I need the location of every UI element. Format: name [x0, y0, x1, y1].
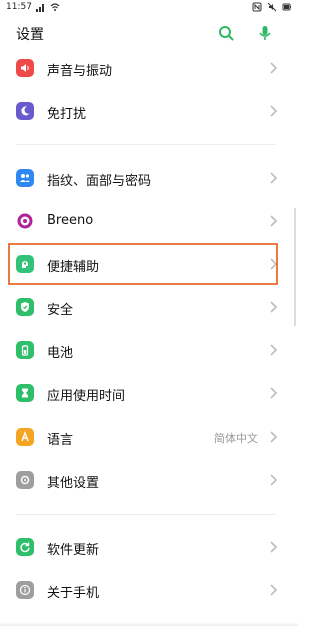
page-title: 设置 — [16, 27, 44, 43]
chevron-right-icon — [270, 431, 278, 443]
voice-button[interactable] — [255, 23, 275, 43]
signal-icon — [35, 4, 44, 12]
settings-item-other-settings[interactable]: 其他设置 — [0, 460, 298, 500]
chevron-right-icon — [270, 584, 278, 596]
battery-icon — [16, 341, 34, 359]
chevron-right-icon — [270, 172, 278, 184]
info-icon — [16, 581, 34, 599]
moon-icon — [16, 102, 34, 120]
settings-item-label: 其他设置 — [47, 476, 100, 491]
search-button[interactable] — [216, 23, 236, 43]
settings-item-about-phone[interactable]: 关于手机 — [0, 570, 298, 610]
settings-item-language[interactable]: 语言 简体中文 — [0, 417, 298, 457]
scrollbar[interactable] — [294, 208, 296, 326]
chevron-right-icon — [270, 301, 278, 313]
nfc-icon — [252, 2, 262, 12]
section-divider — [16, 514, 276, 515]
language-icon — [16, 428, 34, 446]
settings-item-sound-vibration[interactable]: 声音与振动 — [0, 48, 298, 88]
settings-item-label: 声音与振动 — [47, 64, 113, 79]
shield-icon — [16, 298, 34, 316]
chevron-right-icon — [270, 344, 278, 356]
chevron-right-icon — [270, 215, 278, 227]
search-icon — [219, 26, 234, 41]
settings-item-battery[interactable]: 电池 — [0, 330, 298, 370]
mute-icon — [267, 2, 277, 12]
chevron-right-icon — [270, 62, 278, 74]
settings-item-app-usage-time[interactable]: 应用使用时间 — [0, 373, 298, 413]
settings-item-label: 免打扰 — [47, 107, 87, 122]
settings-item-label: 软件更新 — [47, 543, 100, 558]
settings-item-label: 语言 — [47, 433, 74, 448]
header: 设置 — [0, 18, 298, 48]
update-icon — [16, 538, 34, 556]
settings-item-do-not-disturb[interactable]: 免打扰 — [0, 91, 298, 131]
section-divider — [16, 144, 276, 145]
settings-item-label: Breeno — [47, 213, 94, 228]
settings-item-label: 电池 — [47, 346, 74, 361]
settings-item-label: 关于手机 — [47, 586, 100, 601]
breeno-icon — [16, 212, 34, 230]
wifi-icon — [50, 3, 60, 11]
settings-item-label: 安全 — [47, 303, 74, 318]
hourglass-icon — [16, 384, 34, 402]
chevron-right-icon — [270, 387, 278, 399]
status-time: 11:57 — [6, 2, 32, 12]
settings-item-security[interactable]: 安全 — [0, 287, 298, 327]
settings-item-label: 指纹、面部与密码 — [47, 174, 152, 189]
highlight-box — [8, 243, 278, 285]
speaker-icon — [16, 59, 34, 77]
bottom-edge — [0, 622, 298, 626]
dots-icon — [16, 471, 34, 489]
settings-item-label: 应用使用时间 — [47, 389, 126, 404]
settings-item-value: 简体中文 — [214, 432, 258, 445]
chevron-right-icon — [270, 474, 278, 486]
settings-item-breeno[interactable]: Breeno — [0, 201, 298, 241]
microphone-icon — [259, 26, 271, 40]
status-bar: 11:57 — [0, 0, 298, 16]
settings-item-software-update[interactable]: 软件更新 — [0, 527, 298, 567]
settings-item-fingerprint-face-password[interactable]: 指纹、面部与密码 — [0, 158, 298, 198]
users-icon — [16, 169, 34, 187]
chevron-right-icon — [270, 541, 278, 553]
battery-status-icon — [282, 3, 291, 11]
chevron-right-icon — [270, 105, 278, 117]
